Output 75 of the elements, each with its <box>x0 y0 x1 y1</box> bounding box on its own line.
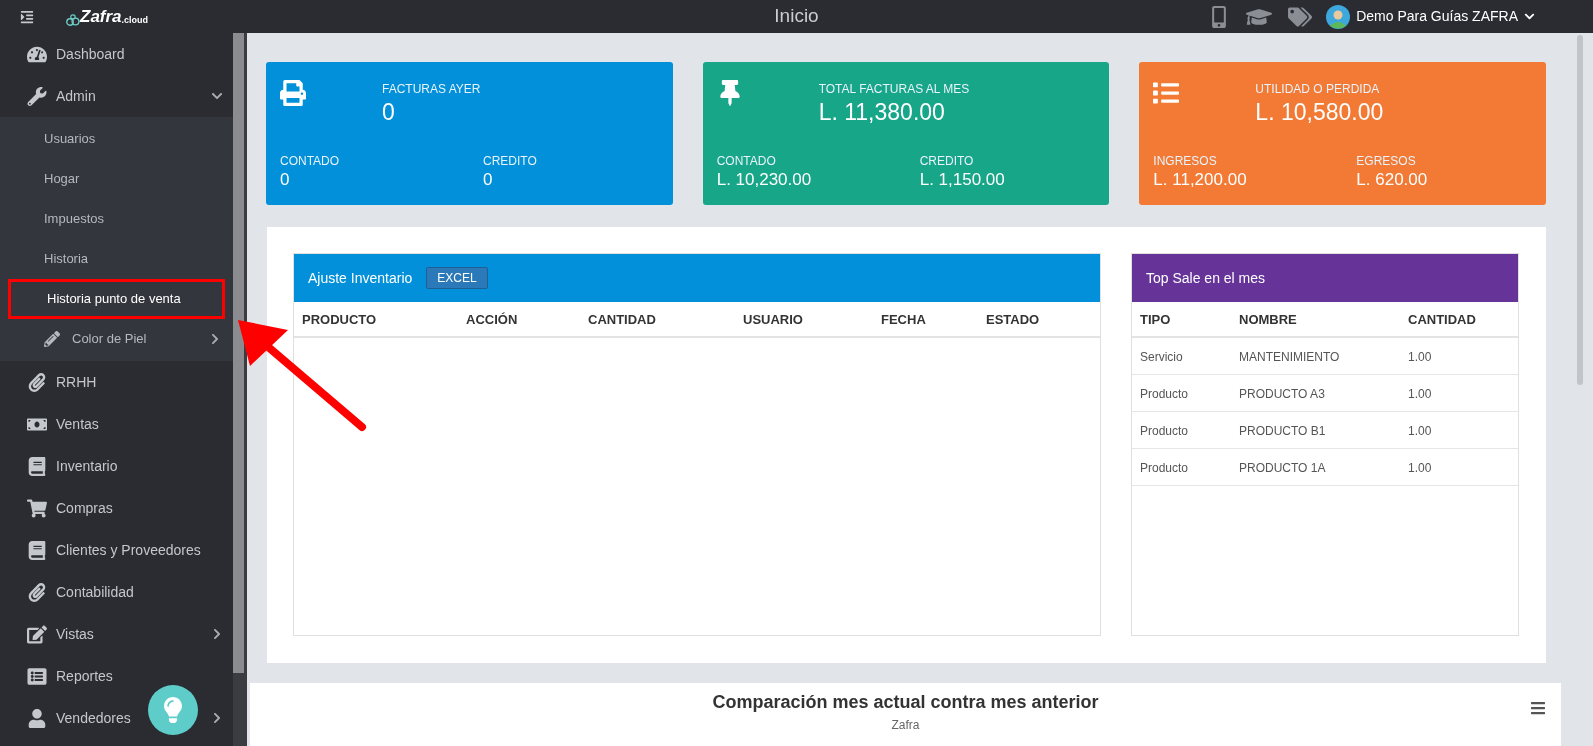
table-cell: 1.00 <box>1408 461 1432 475</box>
table-cell: 1.00 <box>1408 387 1432 401</box>
avatar[interactable] <box>1326 4 1351 29</box>
card-label: CREDITO <box>919 153 975 170</box>
table-cell: Producto <box>1140 424 1189 438</box>
table-cell: PRODUCTO A3 <box>1239 387 1325 401</box>
table-cell: 1.00 <box>1408 424 1432 438</box>
card-value: L. 10,580.00 <box>1255 98 1384 126</box>
menu-toggle-icon[interactable] <box>20 9 34 24</box>
brand-suffix: .cloud <box>121 14 149 26</box>
excel-button[interactable]: EXCEL <box>426 267 488 289</box>
bubbles-icon <box>66 13 80 26</box>
table-cell: PRODUCTO B1 <box>1239 424 1326 438</box>
pencil-icon <box>44 331 60 347</box>
panel-title: Ajuste Inventario <box>308 268 413 288</box>
edit-icon <box>27 624 47 644</box>
card-value: 0 <box>382 98 396 126</box>
card-subvalue: L. 1,150.00 <box>919 170 1005 190</box>
sidebar-scrollbar[interactable] <box>233 33 247 746</box>
list-icon <box>1153 80 1180 106</box>
card-subvalue: L. 10,230.00 <box>716 170 813 190</box>
table-cell: Servicio <box>1140 350 1183 364</box>
card-subvalue: L. 11,200.00 <box>1153 170 1248 190</box>
panel-title: Top Sale en el mes <box>1146 268 1266 288</box>
book-icon <box>27 540 47 560</box>
tags-icon[interactable] <box>1288 4 1313 29</box>
user-icon <box>27 708 47 728</box>
wrench-icon <box>27 86 47 106</box>
column-header: NOMBRE <box>1239 312 1297 327</box>
dashboard-icon <box>27 44 47 64</box>
column-header: FECHA <box>881 312 926 327</box>
column-header: PRODUCTO <box>302 312 377 327</box>
submenu-item[interactable]: Hogar <box>8 159 225 199</box>
column-header: ESTADO <box>986 312 1040 327</box>
chart-subtitle: Zafra <box>891 717 920 734</box>
table-cell: PRODUCTO 1A <box>1239 461 1326 475</box>
chart-title: Comparación mes actual contra mes anterior <box>712 691 1099 714</box>
table-cell: MANTENIMIENTO <box>1239 350 1340 364</box>
card-label: CONTADO <box>280 153 341 170</box>
submenu-item[interactable]: Usuarios <box>8 119 225 159</box>
caret-icon[interactable] <box>1524 11 1535 22</box>
paperclip-icon <box>27 582 47 602</box>
brand-name: Zafra <box>80 7 122 26</box>
page-title: Inicio <box>774 4 819 28</box>
cart-icon <box>27 498 47 518</box>
column-header: CANTIDAD <box>1408 312 1476 327</box>
card-label: INGRESOS <box>1153 153 1218 170</box>
menu-icon[interactable] <box>1530 700 1546 716</box>
card-title: TOTAL FACTURAS AL MES <box>818 81 970 98</box>
submenu-item[interactable]: Historia punto de venta <box>8 279 225 319</box>
card-value: L. 11,380.00 <box>818 98 946 126</box>
card-subvalue: 0 <box>483 170 494 190</box>
column-header: ACCIÓN <box>466 312 518 327</box>
table-cell: Producto <box>1140 461 1189 475</box>
user-name[interactable]: Demo Para Guías ZAFRA <box>1356 6 1518 27</box>
submenu-item[interactable]: Color de Piel <box>8 319 225 359</box>
printer-icon <box>280 80 306 106</box>
table-cell: 1.00 <box>1408 350 1432 364</box>
card-subvalue: 0 <box>280 170 291 190</box>
book-icon <box>27 456 47 476</box>
paperclip-icon <box>27 372 47 392</box>
card-label: EGRESOS <box>1356 153 1417 170</box>
submenu-item[interactable]: Impuestos <box>8 199 225 239</box>
submenu-item[interactable]: Historia <box>8 239 225 279</box>
card-label: CONTADO <box>716 153 777 170</box>
card-subvalue: L. 620.00 <box>1356 170 1428 190</box>
list-icon <box>27 666 47 686</box>
logo[interactable]: Zafra.cloud <box>66 7 149 26</box>
column-header: TIPO <box>1140 312 1171 327</box>
card-title: UTILIDAD O PERDIDA <box>1255 81 1381 98</box>
column-header: USUARIO <box>743 312 803 327</box>
card-label: CREDITO <box>483 153 537 170</box>
table-cell: Producto <box>1140 387 1189 401</box>
card-title: FACTURAS AYER <box>382 81 481 98</box>
column-header: CANTIDAD <box>588 312 656 327</box>
